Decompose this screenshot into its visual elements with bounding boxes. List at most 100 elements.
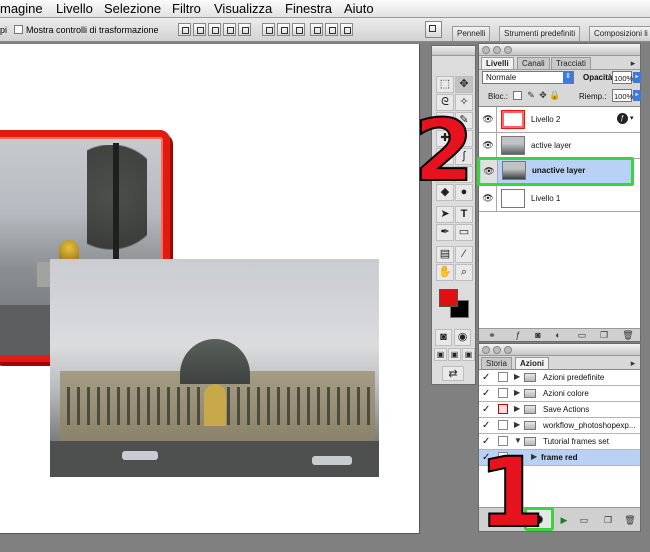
eyedropper-icon[interactable]: ⁄ [455, 246, 473, 263]
dialog-toggle[interactable] [498, 388, 508, 398]
eye-icon[interactable]: 👁 [481, 160, 498, 183]
trash-icon[interactable]: 🗑 [621, 329, 635, 341]
check-icon[interactable]: ✓ [482, 404, 493, 415]
check-icon[interactable]: ✓ [482, 372, 493, 383]
fill-input[interactable]: 100% [612, 89, 633, 102]
menu-window[interactable]: Finestra [285, 1, 332, 16]
play-icon[interactable]: ▶ [557, 514, 571, 526]
actions-panel-titlebar[interactable] [479, 344, 640, 356]
imageready-icon[interactable]: ⇄ [442, 366, 464, 381]
layer-row-highlighted[interactable]: 👁 unactive layer [477, 157, 634, 186]
fill-slider-icon[interactable]: ▸ [633, 90, 641, 101]
action-set-row[interactable]: ✓ ▶ workflow_photoshopexp... [479, 418, 640, 434]
zoom-tool-icon[interactable]: ⌕ [455, 264, 473, 281]
eye-icon[interactable]: 👁 [480, 107, 497, 132]
opacity-input[interactable]: 100% [612, 71, 633, 84]
tab-layers[interactable]: Livelli [481, 57, 514, 69]
menu-select[interactable]: Selezione [104, 1, 161, 16]
tools-titlebar[interactable] [432, 46, 475, 56]
zoom-icon[interactable] [504, 46, 512, 54]
file-browser-icon[interactable] [425, 21, 442, 38]
distribute-hcenter-button[interactable] [325, 23, 338, 36]
layer-row[interactable]: 👁 Livello 1 [479, 186, 640, 212]
dialog-toggle[interactable] [498, 372, 508, 382]
layers-panel-titlebar[interactable] [479, 44, 640, 56]
menu-image[interactable]: magine [0, 1, 43, 16]
standard-mode-icon[interactable]: ◙ [435, 329, 452, 346]
expand-triangle-icon[interactable]: ▶ [514, 420, 520, 429]
tab-history[interactable]: Storia [481, 357, 512, 369]
minimize-icon[interactable] [493, 346, 501, 354]
align-left-button[interactable] [223, 23, 236, 36]
pen-tool-icon[interactable]: ✒ [436, 224, 454, 241]
dialog-toggle[interactable] [498, 420, 508, 430]
minimize-icon[interactable] [493, 46, 501, 54]
menu-filter[interactable]: Filtro [172, 1, 201, 16]
quick-mask-icon[interactable]: ◉ [454, 329, 471, 346]
foreground-color-swatch[interactable] [439, 289, 458, 307]
menu-help[interactable]: Aiuto [344, 1, 374, 16]
expand-triangle-icon[interactable]: ▶ [514, 404, 520, 413]
expand-triangle-icon[interactable]: ▾ [630, 114, 634, 122]
eye-icon[interactable]: 👁 [480, 133, 497, 158]
adjustment-layer-icon[interactable]: ◐ [551, 329, 565, 341]
opacity-slider-icon[interactable]: ▸ [633, 72, 641, 83]
notes-tool-icon[interactable]: ▤ [436, 246, 454, 263]
dock-tab-layer-comps[interactable]: Composizioni li [589, 26, 650, 41]
action-set-row[interactable]: ✓ ▶ Save Actions [479, 402, 640, 418]
panel-menu-icon[interactable]: ▸ [626, 357, 640, 369]
close-icon[interactable] [482, 46, 490, 54]
dock-tab-tool-presets[interactable]: Strumenti predefiniti [499, 26, 581, 41]
dialog-toggle[interactable] [498, 404, 508, 414]
check-icon[interactable]: ✓ [482, 388, 493, 399]
layer-effects-icon[interactable]: ƒ [617, 113, 628, 124]
expand-triangle-icon[interactable]: ▶ [514, 372, 520, 381]
lock-transparency-icon[interactable] [513, 91, 522, 100]
new-action-icon[interactable]: ❐ [601, 514, 615, 526]
link-layers-icon[interactable]: ⚭ [485, 329, 499, 341]
shape-tool-icon[interactable]: ▭ [455, 224, 473, 241]
distribute-right-button[interactable] [340, 23, 353, 36]
layer-row[interactable]: 👁 active layer [479, 133, 640, 159]
document-canvas[interactable] [0, 44, 420, 534]
tab-channels[interactable]: Canali [517, 57, 550, 69]
blend-mode-select[interactable]: Normale ⇕ [482, 71, 574, 84]
new-set-icon[interactable]: ▭ [577, 514, 591, 526]
hand-tool-icon[interactable]: ✋ [436, 264, 454, 281]
align-hcenter-button[interactable] [238, 23, 251, 36]
distribute-bottom-button[interactable] [292, 23, 305, 36]
screen-mode-full-icon[interactable]: ▣ [462, 348, 475, 361]
trash-icon[interactable]: 🗑 [623, 514, 637, 526]
align-vcenter-button[interactable] [193, 23, 206, 36]
path-select-icon[interactable]: ➤ [436, 206, 454, 223]
align-top-button[interactable] [178, 23, 191, 36]
show-transform-checkbox[interactable] [14, 25, 23, 34]
expand-triangle-icon[interactable]: ▶ [514, 388, 520, 397]
layer-row[interactable]: 👁 Livello 2 ƒ ▾ [479, 107, 640, 133]
menu-layer[interactable]: Livello [56, 1, 93, 16]
action-set-row[interactable]: ✓ ▶ Azioni predefinite [479, 370, 640, 386]
dock-tab-brushes[interactable]: Pennelli [452, 26, 491, 41]
zoom-icon[interactable] [504, 346, 512, 354]
tab-actions[interactable]: Azioni [515, 357, 549, 369]
move-tool-icon[interactable]: ✥ [455, 76, 473, 93]
tab-paths[interactable]: Tracciati [551, 57, 591, 69]
add-style-icon[interactable]: ƒ [511, 329, 525, 341]
panel-menu-icon[interactable]: ▸ [626, 57, 640, 69]
lock-all-icon[interactable]: 🔒 [548, 89, 562, 101]
distribute-vcenter-button[interactable] [277, 23, 290, 36]
new-layer-icon[interactable]: ❐ [597, 329, 611, 341]
align-bottom-button[interactable] [208, 23, 221, 36]
action-set-row[interactable]: ✓ ▶ Azioni colore [479, 386, 640, 402]
marquee-tool-icon[interactable]: ⬚ [436, 76, 454, 93]
type-tool-icon[interactable]: T [455, 206, 473, 223]
screen-mode-standard-icon[interactable]: ▣ [434, 348, 447, 361]
menu-view[interactable]: Visualizza [214, 1, 272, 16]
screen-mode-menu-icon[interactable]: ▣ [448, 348, 461, 361]
add-mask-icon[interactable]: ◙ [531, 329, 545, 341]
distribute-left-button[interactable] [310, 23, 323, 36]
new-group-icon[interactable]: ▭ [575, 329, 589, 341]
eye-icon[interactable]: 👁 [480, 186, 497, 211]
check-icon[interactable]: ✓ [482, 420, 493, 431]
close-icon[interactable] [482, 346, 490, 354]
